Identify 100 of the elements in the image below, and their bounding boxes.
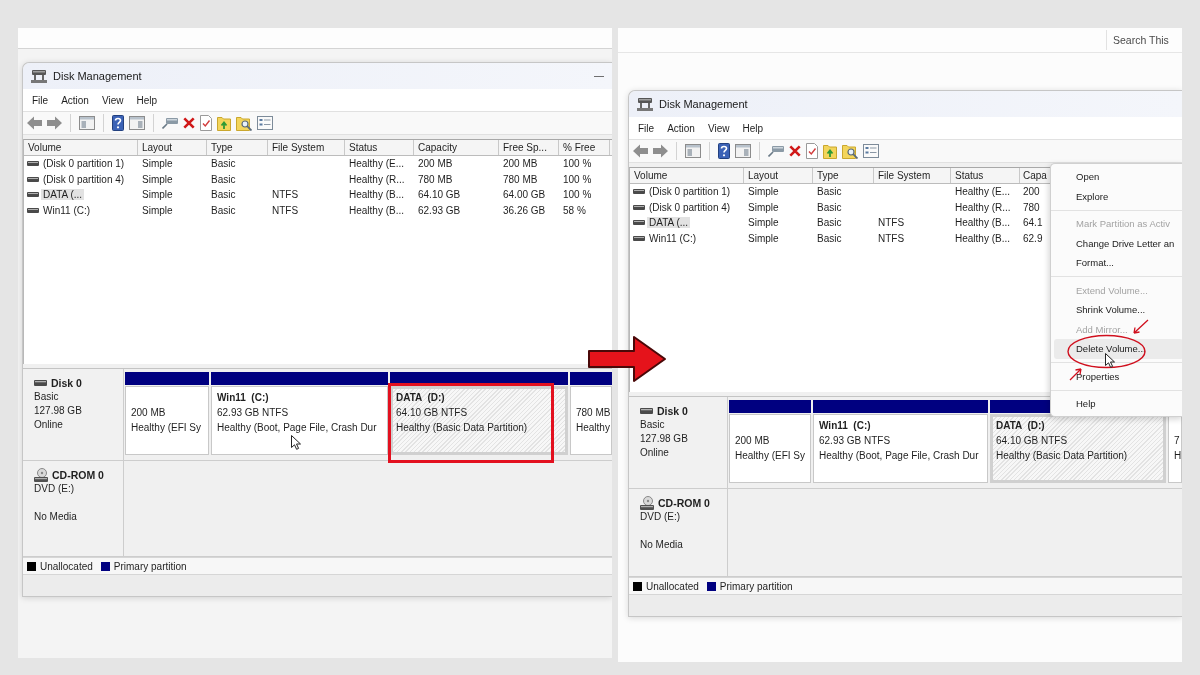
checked-document-icon[interactable] <box>806 143 818 159</box>
drive-cable-icon[interactable] <box>768 145 784 157</box>
legend-label: Unallocated <box>646 580 699 592</box>
volume-name[interactable]: DATA (... <box>647 217 691 229</box>
column-header[interactable]: File System <box>878 170 931 181</box>
partition-panel[interactable]: 7 H <box>1168 414 1182 483</box>
partition-panel[interactable]: DATA (D:) 64.10 GB NTFS Healthy (Basic Data Partition) <box>990 414 1166 483</box>
table-cell: NTFS <box>878 217 905 229</box>
column-header[interactable]: Capa <box>1023 170 1047 181</box>
column-header[interactable]: Capacity <box>418 142 457 153</box>
cd-drive-icon <box>34 468 48 482</box>
column-header[interactable]: Status <box>349 142 378 153</box>
cd-drive-icon <box>640 496 654 510</box>
table-cell: 64.10 GB <box>418 189 461 201</box>
disk-name: CD-ROM 0 <box>52 468 104 482</box>
volume-name[interactable]: (Disk 0 partition 4) <box>647 201 733 213</box>
folder-magnifier-icon[interactable] <box>842 143 858 159</box>
column-header[interactable]: Layout <box>748 170 779 181</box>
partition-panel[interactable]: Win11 (C:) 62.93 GB NTFS Healthy (Boot, Page File, Crash Dur <box>211 386 388 455</box>
drive-icon <box>27 161 39 167</box>
context-menu-item[interactable]: Open <box>1054 167 1182 187</box>
column-header[interactable]: Type <box>211 142 233 153</box>
volume-name[interactable]: (Disk 0 partition 1) <box>647 186 733 198</box>
column-header[interactable]: Volume <box>634 170 668 181</box>
pane-icon[interactable] <box>79 116 95 130</box>
table-cell: Simple <box>748 217 779 229</box>
table-cell: Healthy (R... <box>349 173 405 185</box>
table-cell: 780 MB <box>503 173 538 185</box>
menu-item[interactable]: View <box>707 122 730 134</box>
legend-label: Primary partition <box>113 560 187 572</box>
search-field[interactable]: Search This <box>1106 30 1182 50</box>
partition-panel[interactable]: 200 MB Healthy (EFI Sy <box>729 414 811 483</box>
column-header[interactable]: Volume <box>28 142 62 153</box>
window-title: Disk Management <box>53 70 142 82</box>
menu-item[interactable]: Help <box>136 94 157 106</box>
disk-type: Basic <box>640 418 665 432</box>
drive-cable-icon[interactable] <box>162 117 178 129</box>
partition-status: Healthy <box>576 421 610 435</box>
minimize-button[interactable]: — <box>592 70 606 82</box>
cross-icon[interactable] <box>183 117 195 129</box>
column-header[interactable]: Free Sp... <box>503 142 547 153</box>
table-cell: NTFS <box>878 232 905 244</box>
context-menu-item[interactable]: Help <box>1054 394 1182 414</box>
menu-item[interactable]: Help <box>742 122 763 134</box>
partition-panel[interactable]: Win11 (C:) 62.93 GB NTFS Healthy (Boot, Page File, Crash Dur <box>813 414 988 483</box>
menu-item[interactable]: File <box>638 122 655 134</box>
partition-status: Healthy (EFI Sy <box>131 421 202 435</box>
list-window-icon[interactable] <box>863 144 879 158</box>
column-header[interactable]: Status <box>955 170 984 181</box>
drive-icon <box>633 235 645 241</box>
context-menu-item[interactable]: Format... <box>1054 253 1182 273</box>
volume-name[interactable]: Win11 (C:) <box>41 204 93 216</box>
help-icon[interactable] <box>718 143 730 159</box>
cross-icon[interactable] <box>789 145 801 157</box>
folder-magnifier-icon[interactable] <box>236 115 252 131</box>
context-menu-item[interactable]: Explore <box>1054 186 1182 206</box>
list-window-icon[interactable] <box>257 116 273 130</box>
drive-icon <box>27 176 39 182</box>
disk-status: Online <box>34 418 63 432</box>
partition-size: 7 <box>1174 434 1180 448</box>
column-header[interactable]: File System <box>272 142 325 153</box>
help-icon[interactable] <box>112 115 124 131</box>
volume-name[interactable]: (Disk 0 partition 1) <box>41 158 127 170</box>
table-cell: 58 % <box>563 204 586 216</box>
volume-name[interactable]: DATA (... <box>41 189 85 201</box>
partition-status: Healthy (Boot, Page File, Crash Dur <box>217 421 377 435</box>
table-cell: Healthy (R... <box>955 201 1011 213</box>
pane-icon[interactable] <box>129 116 145 130</box>
disk-type: Basic <box>34 390 59 404</box>
back-arrow-icon[interactable] <box>27 116 42 130</box>
back-arrow-icon[interactable] <box>633 144 648 158</box>
column-header[interactable]: Type <box>817 170 839 181</box>
checked-document-icon[interactable] <box>200 115 212 131</box>
forward-arrow-icon[interactable] <box>653 144 668 158</box>
column-header[interactable]: % Free <box>563 142 596 153</box>
disk-status: No Media <box>640 538 683 552</box>
table-cell: Basic <box>211 204 236 216</box>
disk-name: Disk 0 <box>51 376 82 390</box>
folder-arrow-icon[interactable] <box>823 143 837 159</box>
disk-status: Online <box>640 446 669 460</box>
pane-icon[interactable] <box>685 144 701 158</box>
partition-panel[interactable]: DATA (D:) 64.10 GB NTFS Healthy (Basic Data Partition) <box>390 386 568 455</box>
drive-icon <box>34 380 47 386</box>
partition-name: Win11 (C:) <box>217 391 269 405</box>
folder-arrow-icon[interactable] <box>217 115 231 131</box>
partition-panel[interactable]: 780 MB Healthy <box>570 386 612 455</box>
context-menu-item[interactable]: Properties <box>1054 366 1182 386</box>
partition-panel[interactable]: 200 MB Healthy (EFI Sy <box>125 386 209 455</box>
table-cell: 200 <box>1023 186 1040 198</box>
menu-item[interactable]: Action <box>61 94 89 106</box>
context-menu-item[interactable]: Shrink Volume... <box>1054 300 1182 320</box>
context-menu-item[interactable]: Change Drive Letter an <box>1054 233 1182 253</box>
forward-arrow-icon[interactable] <box>47 116 62 130</box>
pane-icon[interactable] <box>735 144 751 158</box>
volume-name[interactable]: (Disk 0 partition 4) <box>41 173 127 185</box>
volume-name[interactable]: Win11 (C:) <box>647 232 699 244</box>
menu-item[interactable]: File <box>32 94 49 106</box>
column-header[interactable]: Layout <box>142 142 173 153</box>
menu-item[interactable]: View <box>101 94 124 106</box>
menu-item[interactable]: Action <box>667 122 695 134</box>
